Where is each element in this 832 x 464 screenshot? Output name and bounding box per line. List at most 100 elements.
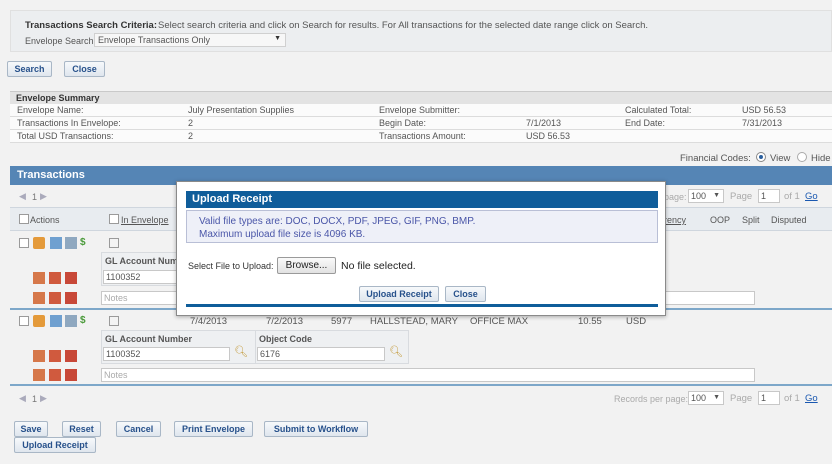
notes-input[interactable]: Notes [101, 368, 755, 382]
select-file-label: Select File to Upload: [188, 261, 274, 271]
row2-in-envelope-checkbox[interactable] [109, 316, 119, 326]
transactions-in-envelope-label: Transactions In Envelope: [17, 118, 121, 128]
object-code-label: Object Code [259, 334, 313, 344]
browse-button[interactable]: Browse... [277, 257, 336, 274]
view-radio[interactable] [756, 152, 766, 162]
submit-to-workflow-button[interactable]: Submit to Workflow [264, 421, 368, 437]
of-pages: of 1 [784, 393, 800, 404]
prev-page-icon[interactable]: ◀ [19, 393, 26, 404]
split-header: Split [742, 215, 760, 225]
records-per-page-value: 100 [691, 191, 707, 201]
split-icon[interactable] [50, 237, 62, 249]
max-file-size-text: Maximum upload file size is 4096 KB. [199, 229, 366, 240]
receipt-icon[interactable] [65, 315, 77, 327]
search-icon[interactable]: 🔍︎ [234, 345, 248, 358]
reset-button[interactable]: Reset [62, 421, 101, 437]
row1-in-envelope-checkbox[interactable] [109, 238, 119, 248]
row-separator [10, 384, 832, 386]
split-icon[interactable] [50, 315, 62, 327]
card-number: 5977 [331, 316, 353, 327]
begin-date: 7/1/2013 [526, 118, 562, 128]
add-note-icon[interactable] [33, 292, 45, 304]
pager-page: 1 [32, 192, 38, 202]
select-all-checkbox[interactable] [19, 214, 29, 224]
envelope-submitter-label: Envelope Submitter: [379, 105, 461, 115]
actions-header: Actions [30, 215, 60, 225]
go-link-top[interactable]: Go [805, 191, 818, 202]
transactions-in-envelope: 2 [188, 118, 194, 128]
insert-note-icon[interactable] [49, 369, 61, 381]
edit-icon[interactable] [33, 237, 45, 249]
records-per-page-label-top: page: [664, 192, 687, 202]
insert-line-icon[interactable] [49, 350, 61, 362]
merchant-name: OFFICE MAX [470, 316, 529, 327]
transaction-date: 7/4/2013 [190, 316, 227, 327]
search-criteria-panel: Transactions Search Criteria: Select sea… [10, 10, 832, 52]
notes-placeholder: Notes [104, 293, 128, 303]
page-value: 1 [761, 393, 767, 403]
upload-receipt-button[interactable]: Upload Receipt [14, 437, 96, 453]
save-button[interactable]: Save [14, 421, 48, 437]
in-envelope-all-checkbox[interactable] [109, 214, 119, 224]
modal-close-button[interactable]: Close [445, 286, 486, 302]
page-label-top: Page [730, 191, 753, 202]
close-button[interactable]: Close [64, 61, 105, 77]
oop-header: OOP [710, 215, 731, 225]
delete-line-icon[interactable] [65, 272, 77, 284]
summary-title: Envelope Summary [16, 93, 100, 103]
transactions-amount-label: Transactions Amount: [379, 131, 466, 141]
page-value: 1 [761, 191, 767, 201]
criteria-heading: Transactions Search Criteria: [25, 20, 157, 31]
modal-info-box: Valid file types are: DOC, DOCX, PDF, JP… [186, 210, 658, 243]
pager-page: 1 [32, 394, 38, 404]
gl-account-input[interactable]: 1100352 [103, 347, 230, 361]
notes-placeholder: Notes [104, 370, 128, 380]
delete-line-icon[interactable] [65, 350, 77, 362]
cancel-button[interactable]: Cancel [116, 421, 161, 437]
envelope-search-select[interactable]: Envelope Transactions Only ▼ [94, 33, 286, 47]
prev-page-icon[interactable]: ◀ [19, 191, 26, 202]
edit-icon[interactable] [33, 315, 45, 327]
radio-dot-icon [759, 155, 763, 159]
currency-header[interactable]: rency [664, 215, 686, 225]
modal-footer-bar [186, 304, 658, 307]
delete-note-icon[interactable] [65, 292, 77, 304]
records-per-page-select-top[interactable]: 100 ▼ [688, 189, 724, 203]
page-input-top[interactable]: 1 [758, 189, 780, 203]
no-file-selected-text: No file selected. [341, 260, 416, 272]
row2-checkbox[interactable] [19, 316, 29, 326]
add-note-icon[interactable] [33, 369, 45, 381]
page-input[interactable]: 1 [758, 391, 780, 405]
in-envelope-header[interactable]: In Envelope [121, 215, 169, 225]
print-envelope-button[interactable]: Print Envelope [174, 421, 253, 437]
total-usd-label: Total USD Transactions: [17, 131, 114, 141]
gl-account-label: GL Account Number [105, 334, 193, 344]
modal-upload-receipt-button[interactable]: Upload Receipt [359, 286, 439, 302]
page-label: Page [730, 393, 753, 404]
dollar-icon[interactable]: $ [80, 315, 92, 327]
insert-line-icon[interactable] [49, 272, 61, 284]
valid-file-types-text: Valid file types are: DOC, DOCX, PDF, JP… [199, 216, 476, 227]
search-icon[interactable]: 🔍︎ [389, 345, 403, 358]
upload-receipt-modal: Upload Receipt Valid file types are: DOC… [176, 181, 666, 316]
hide-radio[interactable] [797, 152, 807, 162]
object-code-value: 6176 [260, 349, 281, 359]
row1-checkbox[interactable] [19, 238, 29, 248]
calculated-total-label: Calculated Total: [625, 105, 692, 115]
envelope-name-label: Envelope Name: [17, 105, 84, 115]
search-button[interactable]: Search [7, 61, 52, 77]
object-code-input[interactable]: 6176 [257, 347, 385, 361]
records-per-page-label: Records per page: [614, 394, 689, 404]
insert-note-icon[interactable] [49, 292, 61, 304]
next-page-icon[interactable]: ▶ [40, 191, 47, 202]
posting-date: 7/2/2013 [266, 316, 303, 327]
go-link[interactable]: Go [805, 393, 818, 404]
cardholder-name: HALLSTEAD, MARY [370, 316, 458, 327]
records-per-page-select[interactable]: 100 ▼ [688, 391, 724, 405]
delete-note-icon[interactable] [65, 369, 77, 381]
receipt-icon[interactable] [65, 237, 77, 249]
next-page-icon[interactable]: ▶ [40, 393, 47, 404]
add-line-icon[interactable] [33, 272, 45, 284]
dollar-icon[interactable]: $ [80, 237, 92, 249]
add-line-icon[interactable] [33, 350, 45, 362]
